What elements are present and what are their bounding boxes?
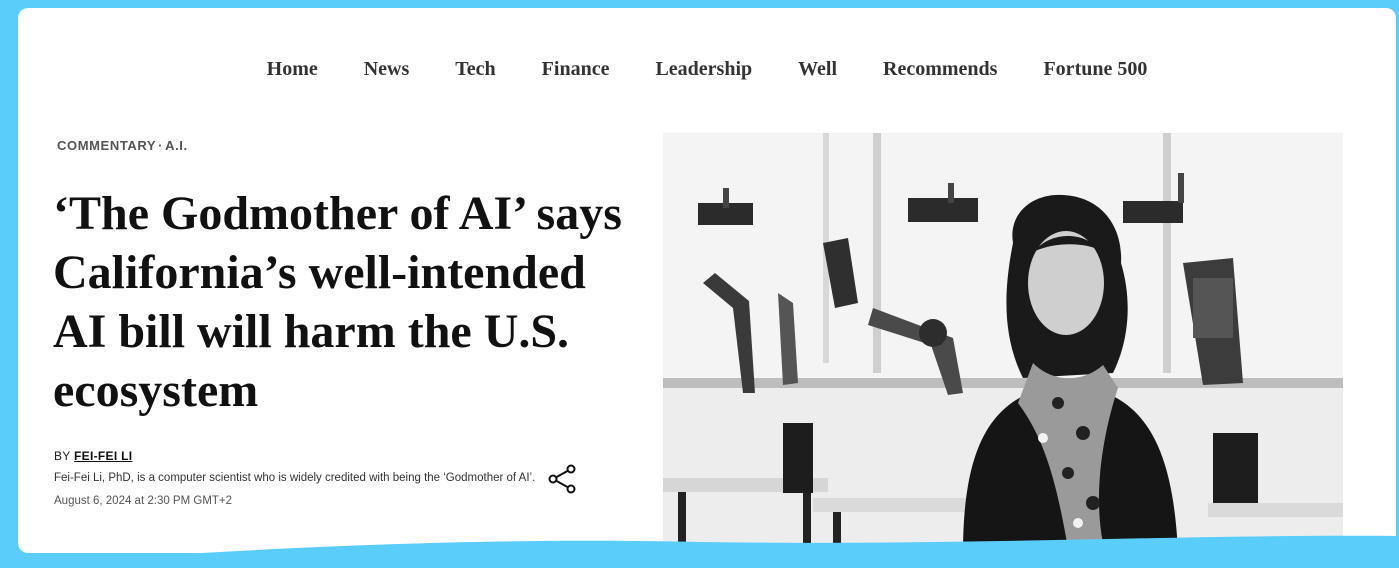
nav-item-fortune-500[interactable]: Fortune 500: [1020, 56, 1170, 86]
nav-item-recommends[interactable]: Recommends: [860, 56, 1020, 86]
main-nav: Home News Tech Finance Leadership Well R…: [18, 56, 1396, 86]
kicker-section[interactable]: COMMENTARY: [57, 138, 156, 153]
author-bio: Fei-Fei Li, PhD, is a computer scientist…: [54, 472, 536, 484]
share-icon[interactable]: [545, 462, 579, 496]
nav-item-tech[interactable]: Tech: [432, 56, 518, 86]
article-card: Home News Tech Finance Leadership Well R…: [18, 8, 1396, 553]
byline: BY FEI-FEI LI: [54, 449, 132, 463]
article-kicker: COMMENTARY · A.I.: [57, 138, 188, 153]
byline-prefix: BY: [54, 449, 71, 463]
article-photo: [663, 133, 1343, 553]
author-link[interactable]: FEI-FEI LI: [74, 449, 132, 463]
article-headline: ‘The Godmother of AI’ says California’s …: [53, 187, 622, 417]
nav-item-leadership[interactable]: Leadership: [632, 56, 775, 86]
kicker-separator: ·: [158, 138, 164, 153]
nav-item-news[interactable]: News: [341, 56, 433, 86]
nav-item-finance[interactable]: Finance: [519, 56, 633, 86]
kicker-topic[interactable]: A.I.: [165, 138, 188, 153]
photo-illustration: [663, 133, 1343, 553]
nav-item-well[interactable]: Well: [775, 56, 860, 86]
publish-date: August 6, 2024 at 2:30 PM GMT+2: [54, 495, 233, 507]
nav-item-home[interactable]: Home: [244, 56, 341, 86]
